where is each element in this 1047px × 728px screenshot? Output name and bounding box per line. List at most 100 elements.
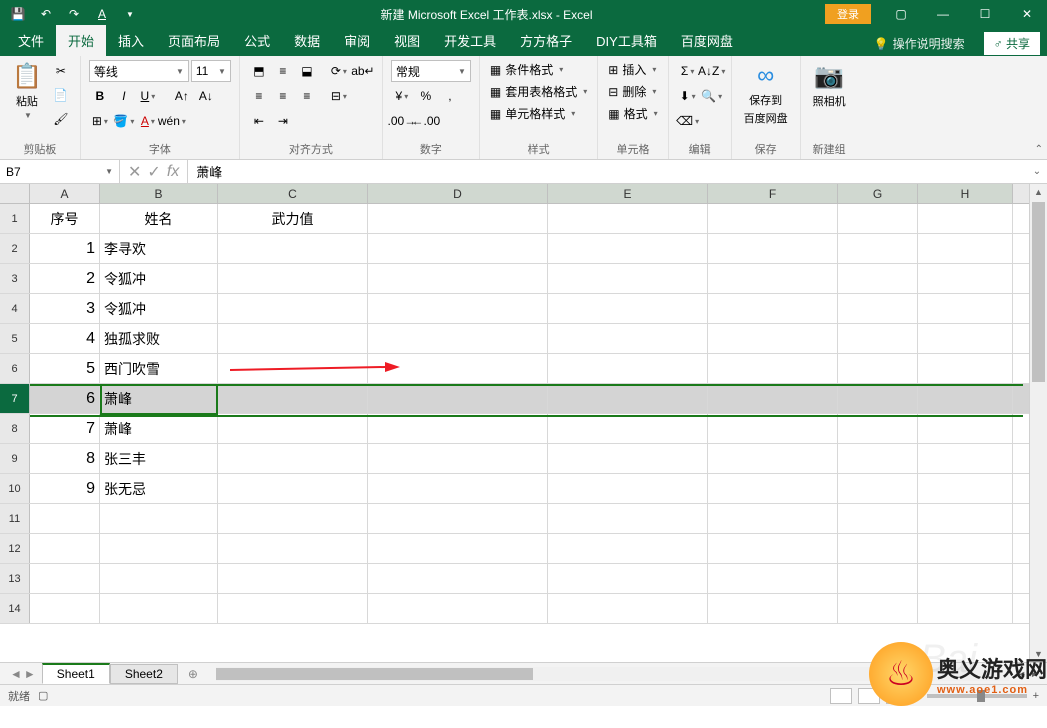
- cell[interactable]: 9: [30, 474, 100, 503]
- cell[interactable]: [918, 594, 1013, 623]
- cell[interactable]: [368, 354, 548, 383]
- cell[interactable]: [368, 504, 548, 533]
- percent-icon[interactable]: %: [415, 85, 437, 107]
- col-header-G[interactable]: G: [838, 184, 918, 203]
- cell[interactable]: [368, 264, 548, 293]
- cell[interactable]: [548, 504, 708, 533]
- zoom-in-icon[interactable]: +: [1033, 690, 1039, 702]
- scroll-thumb[interactable]: [1032, 202, 1045, 382]
- align-center-icon[interactable]: ≡: [272, 85, 294, 107]
- cell[interactable]: [218, 384, 368, 413]
- tab-insert[interactable]: 插入: [106, 25, 156, 56]
- delete-cells-button[interactable]: ⊟ 删除 ▾: [606, 82, 659, 101]
- bold-button[interactable]: B: [89, 85, 111, 107]
- cell[interactable]: [368, 444, 548, 473]
- cell[interactable]: [708, 234, 838, 263]
- vertical-scrollbar[interactable]: ▲ ▼: [1029, 184, 1047, 662]
- cell[interactable]: [368, 564, 548, 593]
- cell[interactable]: 李寻欢: [100, 234, 218, 263]
- sheet-nav-next-icon[interactable]: ►: [24, 667, 36, 681]
- cell[interactable]: [708, 444, 838, 473]
- sheet-nav-prev-icon[interactable]: ◄: [10, 667, 22, 681]
- sort-filter-icon[interactable]: A↓Z▾: [701, 60, 723, 82]
- cell[interactable]: [100, 534, 218, 563]
- align-middle-icon[interactable]: ≡: [272, 60, 294, 82]
- row-header[interactable]: 13: [0, 564, 30, 593]
- row-header[interactable]: 6: [0, 354, 30, 383]
- row-header[interactable]: 10: [0, 474, 30, 503]
- cell[interactable]: [838, 384, 918, 413]
- cell[interactable]: [218, 444, 368, 473]
- enter-formula-icon[interactable]: ✓: [147, 162, 160, 182]
- row-header[interactable]: 4: [0, 294, 30, 323]
- cell[interactable]: [368, 234, 548, 263]
- row-header[interactable]: 5: [0, 324, 30, 353]
- cell[interactable]: 张三丰: [100, 444, 218, 473]
- cell[interactable]: [918, 534, 1013, 563]
- col-header-A[interactable]: A: [30, 184, 100, 203]
- cell[interactable]: [838, 564, 918, 593]
- col-header-E[interactable]: E: [548, 184, 708, 203]
- cell[interactable]: [838, 444, 918, 473]
- phonetic-icon[interactable]: wén▾: [161, 110, 183, 132]
- tab-home[interactable]: 开始: [56, 25, 106, 56]
- cell[interactable]: [838, 474, 918, 503]
- cell[interactable]: [838, 594, 918, 623]
- cell[interactable]: [708, 474, 838, 503]
- cut-icon[interactable]: ✂: [50, 60, 72, 82]
- cell[interactable]: [30, 594, 100, 623]
- cell[interactable]: [838, 324, 918, 353]
- save-to-baidu-button[interactable]: ∞ 保存到 百度网盘: [740, 60, 792, 128]
- view-pagelayout-icon[interactable]: [858, 688, 880, 704]
- autosum-icon[interactable]: Σ▾: [677, 60, 699, 82]
- tab-view[interactable]: 视图: [382, 25, 432, 56]
- cell[interactable]: [708, 264, 838, 293]
- cell[interactable]: 武力值: [218, 204, 368, 233]
- sheet-tab-2[interactable]: Sheet2: [110, 664, 178, 684]
- col-header-H[interactable]: H: [918, 184, 1013, 203]
- ribbon-options-icon[interactable]: ▢: [881, 0, 921, 28]
- cell[interactable]: [548, 414, 708, 443]
- cell[interactable]: [838, 534, 918, 563]
- cell[interactable]: [30, 504, 100, 533]
- row-header[interactable]: 3: [0, 264, 30, 293]
- table-row[interactable]: 12: [0, 534, 1047, 564]
- cell[interactable]: [918, 414, 1013, 443]
- camera-button[interactable]: 📷 照相机: [809, 60, 850, 111]
- cell[interactable]: 8: [30, 444, 100, 473]
- share-button[interactable]: ♂ 共享: [983, 31, 1041, 56]
- cell[interactable]: [368, 294, 548, 323]
- formula-input[interactable]: 萧峰: [188, 162, 1027, 181]
- cell[interactable]: [708, 204, 838, 233]
- wrap-text-icon[interactable]: ab↵: [352, 60, 374, 82]
- cell[interactable]: [548, 444, 708, 473]
- cell[interactable]: [708, 504, 838, 533]
- cell[interactable]: [368, 204, 548, 233]
- save-icon[interactable]: 💾: [6, 2, 30, 26]
- decrease-indent-icon[interactable]: ⇤: [248, 110, 270, 132]
- cell[interactable]: 4: [30, 324, 100, 353]
- col-header-D[interactable]: D: [368, 184, 548, 203]
- cell[interactable]: [218, 294, 368, 323]
- cell[interactable]: 1: [30, 234, 100, 263]
- worksheet-grid[interactable]: A B C D E F G H 1序号姓名武力值21李寻欢32令狐冲43令狐冲5…: [0, 184, 1047, 662]
- cell[interactable]: [918, 294, 1013, 323]
- fill-color-icon[interactable]: 🪣▾: [113, 110, 135, 132]
- table-row[interactable]: 109张无忌: [0, 474, 1047, 504]
- col-header-B[interactable]: B: [100, 184, 218, 203]
- row-header[interactable]: 11: [0, 504, 30, 533]
- cell[interactable]: [918, 264, 1013, 293]
- border-icon[interactable]: ⊞▾: [89, 110, 111, 132]
- undo-icon[interactable]: ↶: [34, 2, 58, 26]
- cell[interactable]: [218, 474, 368, 503]
- align-right-icon[interactable]: ≡: [296, 85, 318, 107]
- underline-button[interactable]: U▾: [137, 85, 159, 107]
- cell[interactable]: [100, 564, 218, 593]
- cell[interactable]: [218, 414, 368, 443]
- cell[interactable]: [918, 354, 1013, 383]
- tab-ffgz[interactable]: 方方格子: [508, 25, 584, 56]
- name-box[interactable]: B7▼: [0, 160, 120, 183]
- scroll-down-icon[interactable]: ▼: [1030, 646, 1047, 662]
- cell-styles-button[interactable]: ▦ 单元格样式 ▾: [488, 104, 589, 123]
- cell[interactable]: [548, 324, 708, 353]
